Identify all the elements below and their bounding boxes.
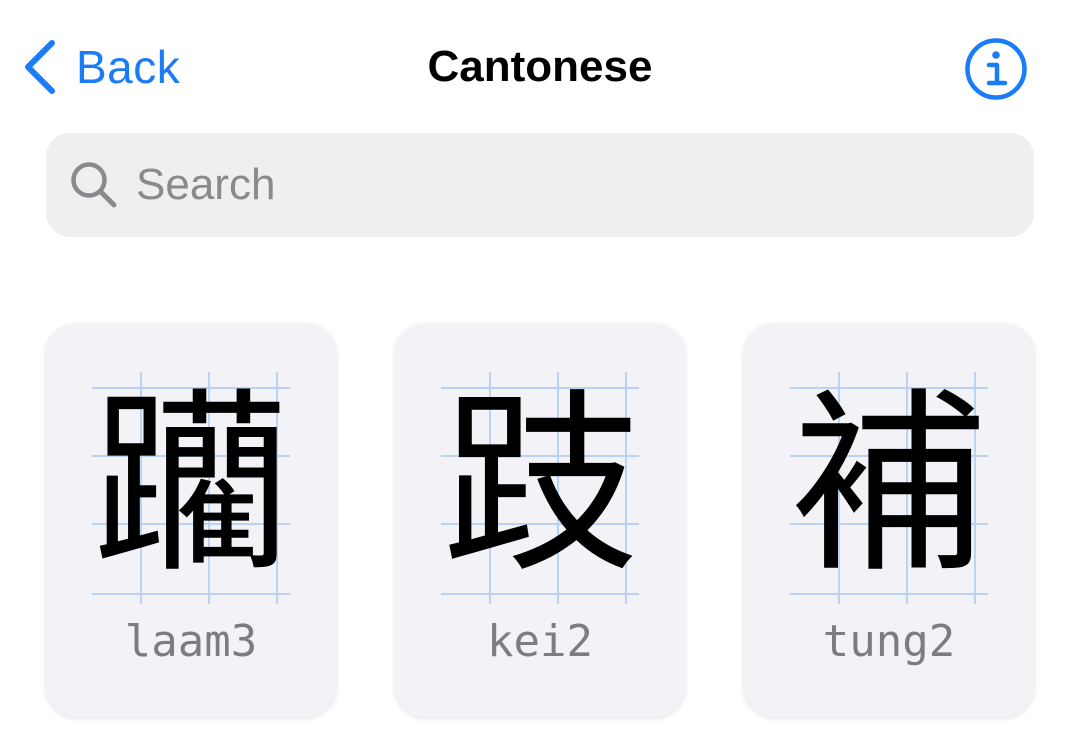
chinese-character: 補 xyxy=(790,372,987,600)
info-circle-icon xyxy=(965,38,1027,100)
cantonese-screen: Back Cantonese Search 躪 laam3 跂 kei2 補 t… xyxy=(0,0,1080,756)
info-button[interactable] xyxy=(964,37,1028,101)
character-card[interactable]: 補 tung2 xyxy=(744,324,1034,717)
romanization-label: kei2 xyxy=(487,616,593,667)
navigation-bar: Back Cantonese xyxy=(0,0,1080,134)
romanization-label: laam3 xyxy=(124,616,258,667)
search-input[interactable] xyxy=(136,155,996,215)
character-card[interactable]: 跂 kei2 xyxy=(395,324,685,717)
search-bar[interactable] xyxy=(46,133,1034,237)
romanization-label: tung2 xyxy=(822,616,956,667)
page-title: Cantonese xyxy=(427,42,653,91)
chinese-character: 躪 xyxy=(92,372,289,600)
character-card[interactable]: 躪 laam3 xyxy=(46,324,336,717)
magnifier-icon xyxy=(71,162,117,208)
chinese-character: 跂 xyxy=(441,372,638,600)
